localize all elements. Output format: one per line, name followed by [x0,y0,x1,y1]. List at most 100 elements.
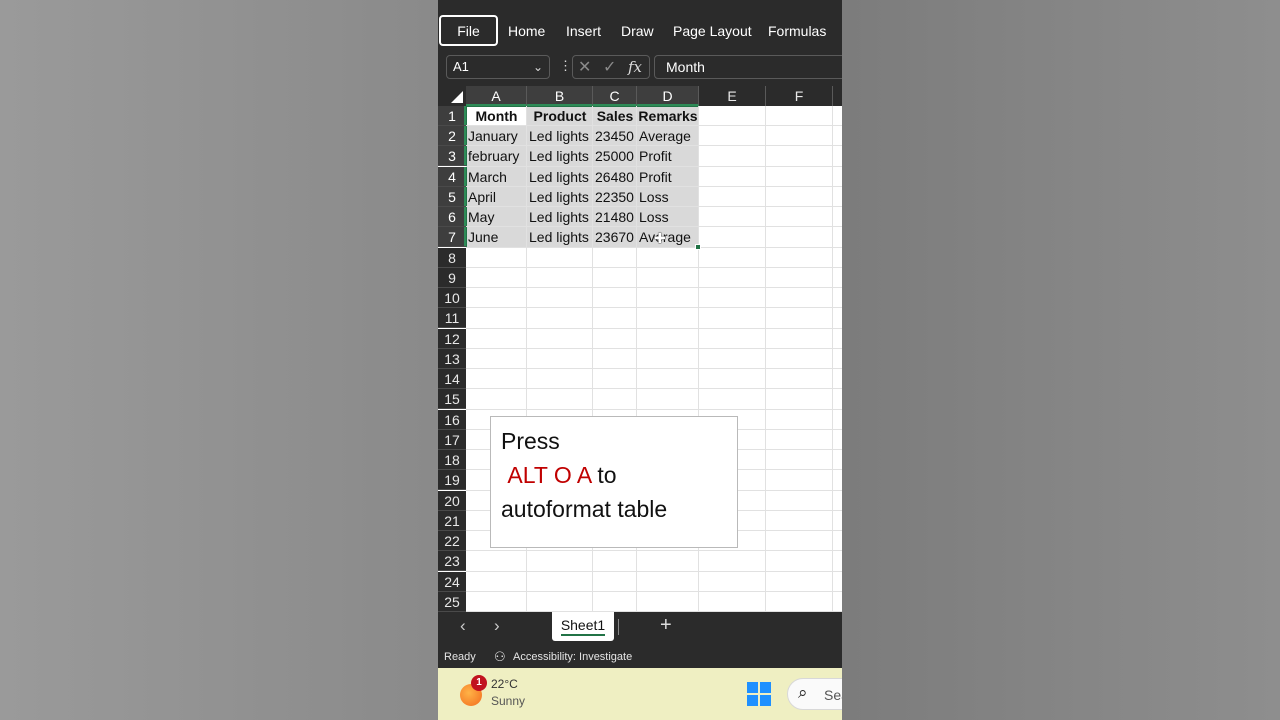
row-header[interactable]: 14 [438,369,466,390]
tab-formulas[interactable]: Formulas [768,15,826,47]
status-ready: Ready [444,651,476,663]
table-cell[interactable]: Led lights [527,167,593,187]
add-sheet-icon[interactable]: + [660,614,672,637]
table-cell[interactable]: March [466,167,527,187]
row-header[interactable]: 17 [438,429,466,450]
column-header-d[interactable]: D [637,86,699,106]
insert-function-icon[interactable]: fx [628,58,642,76]
enter-icon[interactable]: ✓ [603,57,616,77]
cancel-icon[interactable]: ✕ [578,57,591,77]
row-header[interactable]: 10 [438,288,466,309]
row-header[interactable]: 1 [438,106,466,126]
row-header[interactable]: 25 [438,591,466,612]
row-header[interactable]: 4 [438,166,466,187]
spreadsheet-grid[interactable]: A B C D E F 1 2 3 4 5 6 7 8 9 10 11 12 13 14 15 16 17 18 1… [438,86,842,612]
row-header[interactable]: 21 [438,510,466,531]
chevron-left-icon[interactable]: ‹ [460,616,466,636]
row-header[interactable]: 12 [438,328,466,349]
weather-condition[interactable]: Sunny [491,694,525,708]
weather-temperature[interactable]: 22°C [491,677,518,691]
row-header[interactable]: 22 [438,531,466,552]
table-cell[interactable]: 21480 [593,207,637,227]
table-cell[interactable]: Average [637,126,699,146]
table-cell[interactable]: Led lights [527,227,593,247]
row-header[interactable]: 20 [438,490,466,511]
row-header[interactable]: 16 [438,409,466,430]
table-cell[interactable]: 26480 [593,167,637,187]
table-header-cell[interactable]: Month [466,106,527,126]
name-box[interactable]: A1 ⌄ [446,55,550,79]
table-cell[interactable]: 25000 [593,146,637,166]
row-header[interactable]: 19 [438,470,466,491]
taskbar-search[interactable]: ⌕ Sea [787,678,842,710]
row-header[interactable]: 2 [438,126,466,147]
column-header-g[interactable] [833,86,842,106]
gridline-horizontal [466,266,842,268]
gridline-horizontal [466,287,842,289]
column-header-c[interactable]: C [593,86,637,106]
row-header[interactable]: 11 [438,308,466,329]
column-header-f[interactable]: F [766,86,833,106]
table-cell[interactable]: 22350 [593,187,637,207]
ribbon-tabs: File Home Insert Draw Page Layout Formul… [438,0,842,46]
gridline-vertical [765,106,766,612]
column-header-b[interactable]: B [527,86,593,106]
column-header-e[interactable]: E [699,86,766,106]
row-header[interactable]: 18 [438,450,466,471]
row-header[interactable]: 8 [438,247,466,268]
chevron-down-icon[interactable]: ⌄ [533,56,543,78]
row-header[interactable]: 3 [438,146,466,167]
table-cell[interactable]: Profit [637,167,699,187]
row-header[interactable]: 23 [438,551,466,572]
formula-input[interactable]: Month [654,55,842,79]
row-header[interactable]: 9 [438,267,466,288]
sheet-tab-sheet1[interactable]: Sheet1 [552,612,614,641]
table-cell[interactable]: Average [637,227,699,247]
table-cell[interactable]: January [466,126,527,146]
table-cell[interactable]: Led lights [527,126,593,146]
table-cell[interactable]: 23450 [593,126,637,146]
search-placeholder: Sea [824,687,842,703]
tab-page-layout[interactable]: Page Layout [673,15,752,47]
status-bar: Ready ⚇ Accessibility: Investigate [438,646,842,668]
row-header[interactable]: 6 [438,207,466,228]
tab-draw[interactable]: Draw [621,15,654,47]
table-cell[interactable]: April [466,187,527,207]
table-cell[interactable]: Led lights [527,146,593,166]
row-header[interactable]: 7 [438,227,466,248]
row-header[interactable]: 5 [438,186,466,207]
fill-handle[interactable] [695,244,701,250]
table-cell[interactable]: 23670 [593,227,637,247]
table-cell[interactable]: Led lights [527,187,593,207]
column-header-a[interactable]: A [466,86,527,106]
tab-divider [618,619,619,635]
tab-home[interactable]: Home [508,15,545,47]
table-cell[interactable]: Loss [637,207,699,227]
table-cell[interactable]: Profit [637,146,699,166]
windows-start-icon[interactable] [747,682,771,706]
tab-file[interactable]: File [439,15,498,46]
tab-insert[interactable]: Insert [566,15,601,47]
row-header[interactable]: 13 [438,348,466,369]
table-cell[interactable]: february [466,146,527,166]
more-options-icon[interactable]: ⋮ [559,58,572,74]
windows-taskbar: 1 22°C Sunny ⌕ Sea [438,668,842,720]
formula-row: A1 ⌄ ⋮ ✕ ✓ fx Month [438,52,842,82]
table-cell[interactable]: Loss [637,187,699,207]
row-header[interactable]: 15 [438,389,466,410]
row-header[interactable]: 24 [438,571,466,592]
select-all-button[interactable] [438,86,466,106]
table-cell[interactable]: May [466,207,527,227]
table-cell[interactable]: Led lights [527,207,593,227]
table-header-cell[interactable]: Product [527,106,593,126]
tip-line-action: autoformat table [501,496,668,522]
chevron-right-icon[interactable]: › [494,616,500,636]
excel-window: File Home Insert Draw Page Layout Formul… [438,0,842,720]
table-header-cell[interactable]: Sales [593,106,637,126]
accessibility-status[interactable]: Accessibility: Investigate [513,646,632,668]
shortcut-keys: ALT O A [507,462,591,488]
table-header-cell[interactable]: Remarks [637,106,699,126]
table-cell[interactable]: June [466,227,527,247]
sheet-tab-bar: ‹ › Sheet1 + [438,612,842,642]
accessibility-icon[interactable]: ⚇ [494,646,506,668]
